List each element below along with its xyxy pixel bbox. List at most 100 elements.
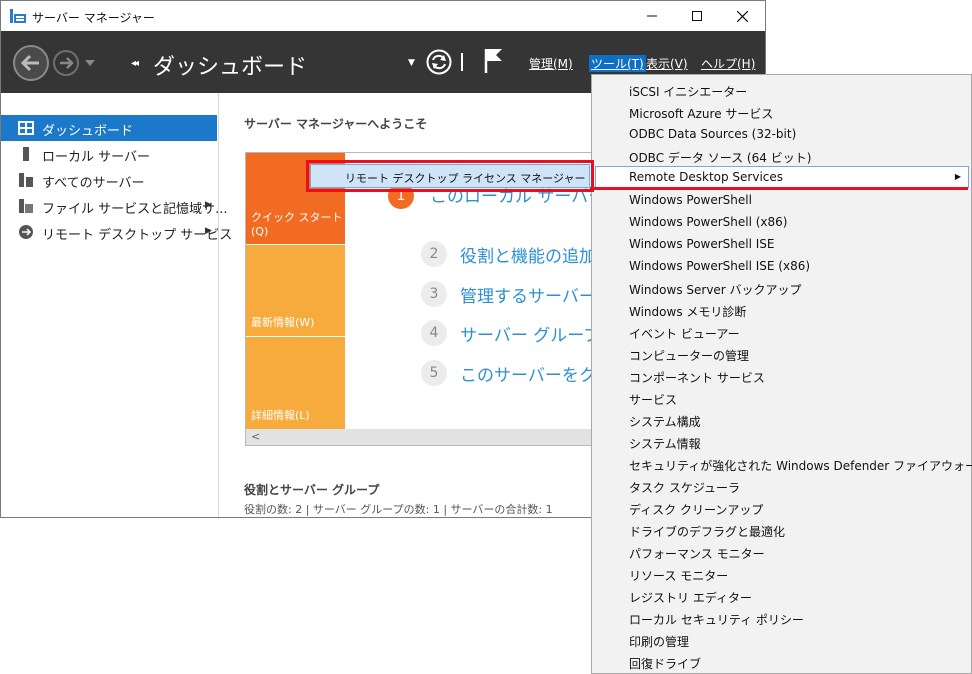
window-title: サーバー マネージャー — [32, 11, 155, 25]
menu-item-services[interactable]: サービス — [592, 387, 971, 409]
menu-item-system-configuration[interactable]: システム構成 — [592, 409, 971, 431]
menu-item-label: Microsoft Azure サービス — [629, 107, 774, 121]
sidebar-item-label: ローカル サーバー — [42, 150, 151, 165]
sidebar-item-label: すべてのサーバー — [42, 176, 145, 191]
menu-item-label: ODBC Data Sources (32-bit) — [629, 127, 797, 141]
manage-menu[interactable]: 管理(M) — [529, 55, 573, 72]
menu-item-label: iSCSI イニシエーター — [629, 85, 748, 99]
refresh-icon[interactable] — [426, 49, 452, 75]
menu-item-powershell-x86[interactable]: Windows PowerShell (x86) — [592, 211, 971, 233]
menu-item-odbc-64[interactable]: ODBC データ ソース (64 ビット) — [592, 145, 971, 167]
welcome-heading: サーバー マネージャーへようこそ — [244, 117, 428, 131]
menu-item-remote-desktop-services[interactable]: Remote Desktop Services ▶ — [595, 166, 969, 188]
menu-item-label: システム情報 — [629, 437, 701, 451]
menu-item-task-scheduler[interactable]: タスク スケジューラ — [592, 475, 971, 497]
menu-item-label: 印刷の管理 — [629, 635, 690, 649]
menu-item-recovery-drive[interactable]: 回復ドライブ — [592, 651, 971, 673]
sidebar-item-local-server[interactable]: ローカル サーバー — [1, 141, 217, 167]
menu-item-label: ODBC データ ソース (64 ビット) — [629, 151, 812, 165]
menu-item-powershell-ise-x86[interactable]: Windows PowerShell ISE (x86) — [592, 255, 971, 277]
file-services-icon — [19, 199, 33, 213]
forward-button[interactable] — [53, 50, 79, 76]
menu-item-event-viewer[interactable]: イベント ビューアー — [592, 321, 971, 343]
menu-item-label: Windows PowerShell ISE — [629, 237, 775, 251]
menu-item-iscsi[interactable]: iSCSI イニシエーター — [592, 79, 971, 101]
all-servers-icon — [19, 173, 33, 187]
menu-item-defrag[interactable]: ドライブのデフラグと最適化 — [592, 519, 971, 541]
menu-item-powershell-ise[interactable]: Windows PowerShell ISE — [592, 233, 971, 255]
scroll-left-icon[interactable]: < — [251, 430, 260, 443]
highlight-submenu-box — [306, 160, 594, 192]
expand-arrow-icon: ▶ — [205, 200, 212, 210]
minimize-icon — [647, 15, 657, 17]
menu-item-label: Windows PowerShell (x86) — [629, 215, 788, 229]
view-menu[interactable]: 表示(V) — [646, 55, 688, 72]
menu-item-system-information[interactable]: システム情報 — [592, 431, 971, 453]
roles-section-title: 役割とサーバー グループ — [244, 483, 380, 497]
server-manager-app-icon — [10, 9, 26, 23]
tile-label: 最新情報(W) — [251, 316, 315, 329]
title-bar: サーバー マネージャー — [1, 1, 765, 31]
menu-item-label: コンポーネント サービス — [629, 371, 765, 385]
step-link[interactable]: サーバー グループの — [460, 321, 596, 346]
menu-item-label: 回復ドライブ — [629, 657, 702, 671]
menu-item-label: Windows メモリ診断 — [629, 305, 747, 319]
menu-item-local-security-policy[interactable]: ローカル セキュリティ ポリシー — [592, 607, 971, 629]
close-button[interactable] — [719, 1, 765, 31]
highlight-underline — [590, 187, 968, 190]
tile-whats-new[interactable]: 最新情報(W) — [246, 245, 345, 336]
menu-item-disk-cleanup[interactable]: ディスク クリーンアップ — [592, 497, 971, 519]
menu-item-label: タスク スケジューラ — [629, 481, 740, 495]
close-icon — [736, 10, 748, 22]
menu-item-print-management[interactable]: 印刷の管理 — [592, 629, 971, 651]
local-server-icon — [23, 147, 29, 161]
refresh-dropdown-icon[interactable]: ▼ — [408, 58, 415, 68]
back-arrow-icon — [20, 54, 39, 72]
menu-item-azure[interactable]: Microsoft Azure サービス — [592, 101, 971, 123]
menu-item-registry-editor[interactable]: レジストリ エディター — [592, 585, 971, 607]
sidebar-item-remote-desktop[interactable]: リモート デスクトップ サービス ▶ — [1, 219, 232, 245]
step-number: 3 — [421, 281, 447, 307]
tile-learn-more[interactable]: 詳細情報(L) — [246, 337, 345, 429]
step-number: 5 — [421, 360, 447, 386]
sidebar-item-label: ダッシュボード — [42, 124, 134, 139]
notifications-flag-icon[interactable] — [484, 49, 504, 73]
sidebar-item-all-servers[interactable]: すべてのサーバー — [1, 167, 217, 193]
tile-label: クイック スタート(Q) — [251, 211, 343, 238]
menu-item-odbc-32[interactable]: ODBC Data Sources (32-bit) — [592, 123, 971, 145]
menu-item-computer-management[interactable]: コンピューターの管理 — [592, 343, 971, 365]
menu-item-resource-monitor[interactable]: リソース モニター — [592, 563, 971, 585]
menu-item-server-backup[interactable]: Windows Server バックアップ — [592, 277, 971, 299]
menu-item-label: Windows PowerShell — [629, 193, 752, 207]
sidebar-item-file-services[interactable]: ファイル サービスと記憶域サ... ▶ — [1, 193, 228, 219]
help-menu[interactable]: ヘルプ(H) — [701, 55, 755, 72]
step-link[interactable]: このサーバーをクラウ — [460, 361, 596, 386]
breadcrumb-arrows-icon: ◂◂ — [131, 58, 139, 69]
tools-menu[interactable]: ツール(T) — [589, 55, 646, 72]
menu-item-defender-firewall[interactable]: セキュリティが強化された Windows Defender ファイアウォール — [592, 453, 972, 475]
menu-item-label: システム構成 — [629, 415, 701, 429]
menu-item-label: ローカル セキュリティ ポリシー — [629, 613, 804, 627]
menu-item-powershell[interactable]: Windows PowerShell — [592, 189, 971, 211]
expand-arrow-icon: ▶ — [205, 226, 212, 236]
back-button[interactable] — [13, 45, 49, 81]
menu-item-label: Windows PowerShell ISE (x86) — [629, 259, 811, 273]
menu-item-performance-monitor[interactable]: パフォーマンス モニター — [592, 541, 971, 563]
minimize-button[interactable] — [629, 1, 675, 31]
submenu-arrow-icon: ▶ — [954, 172, 961, 181]
menu-item-label: セキュリティが強化された Windows Defender ファイアウォール — [629, 459, 972, 473]
menu-item-component-services[interactable]: コンポーネント サービス — [592, 365, 971, 387]
horizontal-scrollbar[interactable]: < — [246, 429, 596, 445]
history-dropdown-icon[interactable] — [85, 60, 95, 66]
tools-dropdown-menu: iSCSI イニシエーター Microsoft Azure サービス ODBC … — [591, 74, 972, 674]
step-number: 2 — [421, 241, 447, 267]
step-link[interactable]: 管理するサーバーの — [460, 282, 596, 307]
menu-item-memory-diagnostic[interactable]: Windows メモリ診断 — [592, 299, 971, 321]
maximize-button[interactable] — [674, 1, 720, 31]
step-link[interactable]: 役割と機能の追加 — [460, 242, 596, 267]
menu-item-label: ドライブのデフラグと最適化 — [629, 525, 786, 539]
menu-item-label: Remote Desktop Services — [629, 170, 784, 184]
roles-counts: 役割の数: 2 | サーバー グループの数: 1 | サーバーの合計数: 1 — [244, 503, 553, 516]
sidebar-item-dashboard[interactable]: ダッシュボード — [1, 115, 217, 141]
tile-label: 詳細情報(L) — [251, 409, 310, 422]
